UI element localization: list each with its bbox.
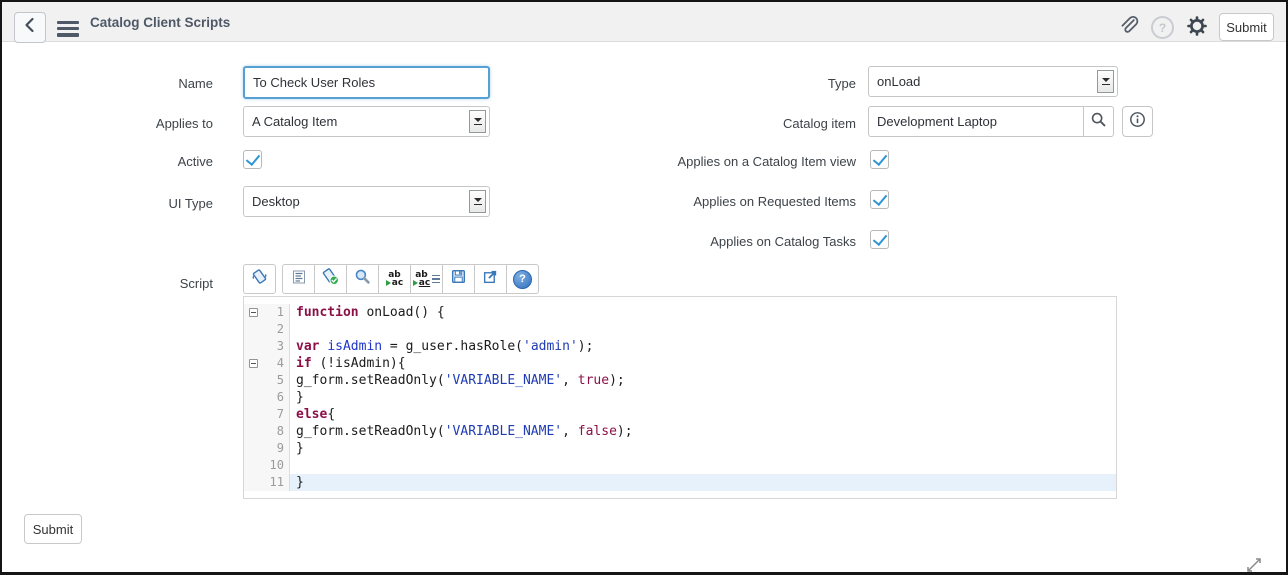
search-in-script-button[interactable] <box>346 264 379 294</box>
chevron-left-icon <box>23 17 37 38</box>
ui-type-select[interactable]: Desktop <box>243 186 490 217</box>
type-select[interactable]: onLoad <box>868 66 1118 97</box>
type-label: Type <box>827 76 856 91</box>
applies-on-catalog-item-view-checkbox[interactable] <box>870 150 889 169</box>
line-number: 5 <box>262 372 290 389</box>
applies-to-select[interactable]: A Catalog Item <box>243 106 490 137</box>
page-title: Catalog Client Scripts <box>90 15 231 30</box>
script-check-icon <box>322 268 339 290</box>
header-bar: Catalog Client Scripts ? Submit <box>2 2 1286 43</box>
line-number: 6 <box>262 389 290 406</box>
toggle-syntax-editor-button[interactable] <box>243 264 276 294</box>
dropdown-arrow-icon[interactable] <box>469 190 486 213</box>
catalog-item-input[interactable] <box>868 106 1084 137</box>
line-number: 11 <box>262 474 290 491</box>
code-line[interactable]: 10 <box>244 457 1116 474</box>
applies-on-catalog-item-view-label: Applies on a Catalog Item view <box>677 154 856 169</box>
catalog-item-label: Catalog item <box>783 116 856 131</box>
replace-button[interactable]: ab ac <box>378 264 411 294</box>
footer-submit-button[interactable]: Submit <box>24 514 82 544</box>
reference-lookup-button[interactable] <box>1083 106 1114 137</box>
code-line[interactable]: 4 if (!isAdmin){ <box>244 355 1116 372</box>
code-line[interactable]: 1 function onLoad() { <box>244 304 1116 321</box>
replace-all-icon: ab ac <box>412 271 441 288</box>
line-number: 8 <box>262 423 290 440</box>
line-number: 4 <box>262 355 290 372</box>
replace-icon: ab ac <box>385 271 403 288</box>
name-label: Name <box>178 76 213 91</box>
active-checkbox[interactable] <box>243 150 262 169</box>
help-button[interactable]: ? <box>1151 16 1174 39</box>
line-number: 10 <box>262 457 290 474</box>
context-menu-icon[interactable] <box>57 21 79 40</box>
dropdown-arrow-icon[interactable] <box>469 110 486 133</box>
open-in-new-window-button[interactable] <box>474 264 507 294</box>
attachment-button[interactable] <box>1116 13 1140 42</box>
line-number: 3 <box>262 338 290 355</box>
script-help-button[interactable]: ? <box>506 264 539 294</box>
applies-to-label: Applies to <box>155 116 213 131</box>
replace-all-button[interactable]: ab ac <box>410 264 443 294</box>
magnifier-icon <box>354 268 371 290</box>
catalog-client-script-form: Catalog Client Scripts ? Submit Name App… <box>0 0 1288 575</box>
format-lines-icon <box>291 269 307 290</box>
resize-handle-icon[interactable] <box>1244 555 1264 572</box>
name-input[interactable] <box>243 66 490 99</box>
floppy-disk-icon <box>450 268 467 290</box>
code-line[interactable]: 5 g_form.setReadOnly('VARIABLE_NAME', tru… <box>244 372 1116 389</box>
applies-on-requested-items-checkbox[interactable] <box>870 190 889 209</box>
code-line[interactable]: 3 var isAdmin = g_user.hasRole('admin'); <box>244 338 1116 355</box>
back-button[interactable] <box>14 12 46 43</box>
script-code-editor[interactable]: 1 function onLoad() {2 3 var isAdmin = g_us… <box>243 296 1117 499</box>
ui-type-label: UI Type <box>168 196 213 211</box>
code-lines: 1 function onLoad() {2 3 var isAdmin = g_us… <box>244 297 1116 491</box>
code-line[interactable]: 8 g_form.setReadOnly('VARIABLE_NAME', fal… <box>244 423 1116 440</box>
fold-collapse-icon[interactable] <box>248 308 258 317</box>
ui-type-value: Desktop <box>252 194 300 209</box>
header-submit-button[interactable]: Submit <box>1219 13 1274 41</box>
code-line[interactable]: 2 <box>244 321 1116 338</box>
save-script-button[interactable] <box>442 264 475 294</box>
applies-on-catalog-tasks-label: Applies on Catalog Tasks <box>710 234 856 249</box>
format-code-button[interactable] <box>282 264 315 294</box>
code-line[interactable]: 11} <box>244 474 1116 491</box>
type-value: onLoad <box>877 74 921 89</box>
reference-preview-button[interactable] <box>1122 106 1153 137</box>
fold-collapse-icon[interactable] <box>248 359 258 368</box>
check-syntax-button[interactable] <box>314 264 347 294</box>
line-number: 2 <box>262 321 290 338</box>
settings-button[interactable] <box>1185 14 1209 43</box>
script-editor-toolbar: ab ac ab ac ? <box>243 264 539 294</box>
script-label: Script <box>179 276 213 291</box>
script-scroll-icon <box>251 268 268 290</box>
paperclip-icon <box>1116 13 1140 42</box>
search-icon <box>1090 111 1107 133</box>
popout-icon <box>482 268 499 290</box>
help-icon: ? <box>1151 16 1174 39</box>
applies-to-value: A Catalog Item <box>252 114 338 129</box>
applies-on-requested-items-label: Applies on Requested Items <box>693 194 856 209</box>
line-number: 7 <box>262 406 290 423</box>
active-label: Active <box>177 154 213 169</box>
applies-on-catalog-tasks-checkbox[interactable] <box>870 230 889 249</box>
gear-icon <box>1185 14 1209 43</box>
dropdown-arrow-icon[interactable] <box>1097 70 1114 93</box>
info-icon <box>1129 111 1146 133</box>
line-number: 9 <box>262 440 290 457</box>
code-line[interactable]: 6} <box>244 389 1116 406</box>
help-icon: ? <box>513 269 532 289</box>
code-line[interactable]: 9} <box>244 440 1116 457</box>
code-line[interactable]: 7 else{ <box>244 406 1116 423</box>
line-number: 1 <box>262 304 290 321</box>
